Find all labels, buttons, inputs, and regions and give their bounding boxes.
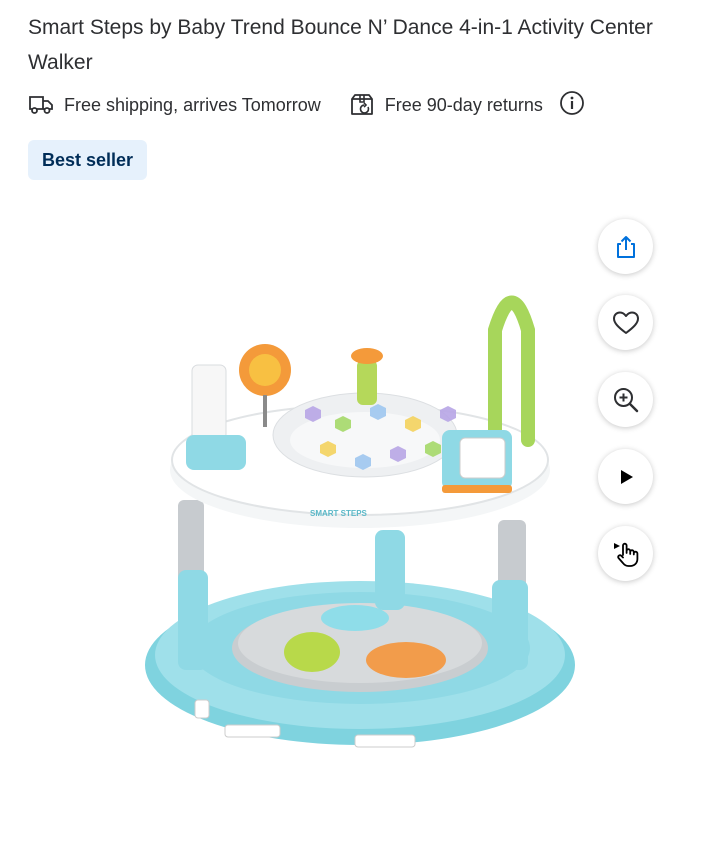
product-title: Smart Steps by Baby Trend Bounce N’ Danc… <box>28 16 653 74</box>
returns-info-button[interactable] <box>559 90 585 121</box>
product-page: Smart Steps by Baby Trend Bounce N’ Danc… <box>0 0 720 862</box>
share-icon <box>613 234 639 260</box>
returns-info: Free 90-day returns <box>349 93 543 117</box>
return-box-icon <box>349 93 375 117</box>
truck-icon <box>28 94 54 116</box>
shipping-info: Free shipping, arrives Tomorrow <box>28 94 321 116</box>
fulfillment-info: Free shipping, arrives Tomorrow Free 90-… <box>28 88 585 122</box>
best-seller-badge: Best seller <box>28 140 148 180</box>
share-button[interactable] <box>598 219 653 274</box>
play-video-button[interactable] <box>598 449 653 504</box>
image-logo-text: SMART STEPS <box>310 509 368 518</box>
favorite-button[interactable] <box>598 295 653 350</box>
zoom-button[interactable] <box>598 372 653 427</box>
hand-pointer-icon <box>611 539 641 569</box>
info-icon <box>559 90 585 121</box>
heart-icon <box>612 310 640 336</box>
play-icon <box>616 467 636 487</box>
view-360-button[interactable] <box>598 526 653 581</box>
zoom-in-icon <box>612 386 640 414</box>
product-image[interactable]: SMART STEPS <box>120 270 590 760</box>
shipping-text: Free shipping, arrives Tomorrow <box>64 94 321 115</box>
returns-text: Free 90-day returns <box>384 94 543 115</box>
